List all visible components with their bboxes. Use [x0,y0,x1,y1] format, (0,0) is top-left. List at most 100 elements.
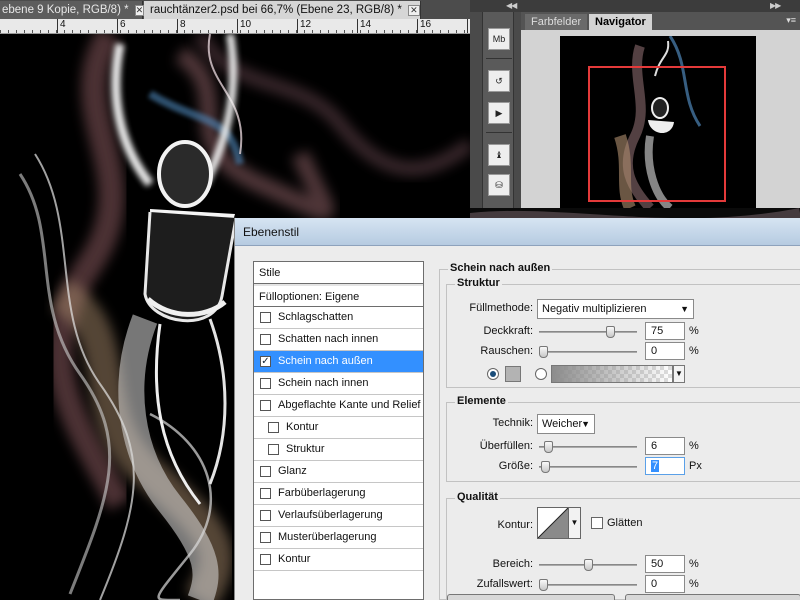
ruler-label: 4 [60,19,66,30]
range-slider[interactable] [539,559,637,571]
navigator-preview[interactable] [560,36,756,208]
ruler-label: 12 [300,19,312,30]
slider-thumb[interactable] [539,579,548,591]
style-checkbox[interactable] [260,312,271,323]
noise-label: Rauschen: [480,345,533,357]
style-item[interactable]: Struktur [254,439,423,461]
style-item[interactable]: Farbüberlagerung [254,483,423,505]
slider-thumb[interactable] [606,326,615,338]
chevron-down-icon: ▼ [581,419,590,429]
expand-icon[interactable]: ▶▶ [770,0,781,12]
style-checkbox[interactable] [260,466,271,477]
contour-dropdown[interactable]: ▼ [569,507,581,539]
dock-header: ◀◀ ▶▶ [470,0,800,12]
size-input[interactable]: 7 [645,457,685,475]
style-item-label: Struktur [286,443,325,455]
close-icon[interactable]: ✕ [134,4,145,16]
percent-unit: % [689,558,699,570]
style-checkbox[interactable] [268,444,279,455]
gradient-dropdown[interactable]: ▼ [673,365,685,383]
style-item[interactable]: Schlagschatten [254,307,423,329]
panel-dock: ◀◀ ▶▶ Mb ↺ ▶ ♝ ⛁ Farbfelder Navigator ▾≡ [470,0,800,208]
style-item[interactable]: Musterüberlagerung [254,527,423,549]
contour-curve-icon [537,507,569,539]
slider-thumb[interactable] [584,559,593,571]
noise-slider[interactable] [539,346,637,358]
clone-source-button[interactable]: ⛁ [488,174,510,196]
clone-source-icon: ⛁ [495,179,503,190]
style-checkbox[interactable] [260,488,271,499]
collapse-icon[interactable]: ◀◀ [506,0,517,12]
elemente-group: Elemente Technik: Weicher ▼ Überfüllen: … [446,395,800,482]
gradient-radio[interactable] [535,368,547,380]
actions-play-icon: ▶ [495,107,503,118]
brush-presets-button[interactable]: ♝ [488,144,510,166]
jitter-slider[interactable] [539,579,637,591]
style-item-label: Musterüberlagerung [278,531,377,543]
history-button[interactable]: ↺ [488,70,510,92]
blending-options[interactable]: Fülloptionen: Eigene [254,284,423,307]
document-tab-ebene9[interactable]: ebene 9 Kopie, RGB/8) * ✕ [0,1,145,19]
style-item[interactable]: Verlaufsüberlagerung [254,505,423,527]
ruler-label: 10 [240,19,252,30]
tab-navigator[interactable]: Navigator [589,14,652,30]
range-label: Bereich: [492,558,533,570]
style-item[interactable]: Kontur [254,417,423,439]
close-icon[interactable]: ✕ [407,4,420,16]
style-item[interactable]: Schein nach innen [254,373,423,395]
opacity-label: Deckkraft: [483,325,533,337]
make-default-button[interactable] [447,594,615,600]
style-checkbox[interactable] [260,378,271,389]
style-checkbox[interactable] [260,532,271,543]
noise-input[interactable]: 0 [645,342,685,360]
spread-input[interactable]: 6 [645,437,685,455]
ruler-label: 6 [120,19,126,30]
navigator-view-frame[interactable] [588,66,726,202]
style-item[interactable]: Schatten nach innen [254,329,423,351]
opacity-slider[interactable] [539,326,637,338]
style-checkbox[interactable]: ✓ [260,356,271,367]
size-label: Größe: [498,460,533,472]
gradient-picker[interactable] [551,365,673,383]
slider-thumb[interactable] [541,461,550,473]
antialias-label: Glätten [607,517,643,529]
style-checkbox[interactable] [268,422,279,433]
mini-bridge-button[interactable]: Mb [488,28,510,50]
opacity-input[interactable]: 75 [645,322,685,340]
spread-slider[interactable] [539,441,637,453]
range-input[interactable]: 50 [645,555,685,573]
style-item[interactable]: ✓ Schein nach außen [254,351,423,373]
document-tab-label: ebene 9 Kopie, RGB/8) * [2,4,129,16]
slider-thumb[interactable] [544,441,553,453]
style-checkbox[interactable] [260,554,271,565]
jitter-input[interactable]: 0 [645,575,685,593]
document-tab-rauchtaenzer[interactable]: rauchtänzer2.psd bei 66,7% (Ebene 23, RG… [144,1,421,19]
size-slider[interactable] [539,461,637,473]
slider-thumb[interactable] [539,346,548,358]
style-item[interactable]: Glanz [254,461,423,483]
qualitaet-title: Qualität [455,491,500,503]
actions-button[interactable]: ▶ [488,102,510,124]
solid-color-radio[interactable] [487,368,499,380]
blend-mode-select[interactable]: Negativ multiplizieren ▼ [537,299,694,319]
tab-farbfelder[interactable]: Farbfelder [525,14,588,30]
panel-menu-icon[interactable]: ▾≡ [786,15,796,26]
style-list: Stile Fülloptionen: Eigene Schlagschatte… [253,261,424,600]
horizontal-ruler: 4 6 8 10 12 14 16 [0,19,470,34]
antialias-checkbox[interactable] [591,517,603,529]
style-item[interactable]: Kontur [254,549,423,571]
history-icon: ↺ [495,75,503,86]
dialog-title[interactable]: Ebenenstil [235,218,800,246]
style-item[interactable]: Abgeflachte Kante und Relief [254,395,423,417]
style-checkbox[interactable] [260,400,271,411]
technique-select[interactable]: Weicher ▼ [537,414,595,434]
qualitaet-group: Qualität Kontur: ▼ Glätten Bereich: 50 %… [446,491,800,600]
reset-default-button[interactable] [625,594,800,600]
glow-color-swatch[interactable] [505,366,521,382]
style-item-label: Schein nach außen [278,355,373,367]
styles-header[interactable]: Stile [254,262,423,284]
contour-preview[interactable] [537,507,569,539]
style-checkbox[interactable] [260,510,271,521]
style-checkbox[interactable] [260,334,271,345]
size-value: 7 [651,460,660,472]
